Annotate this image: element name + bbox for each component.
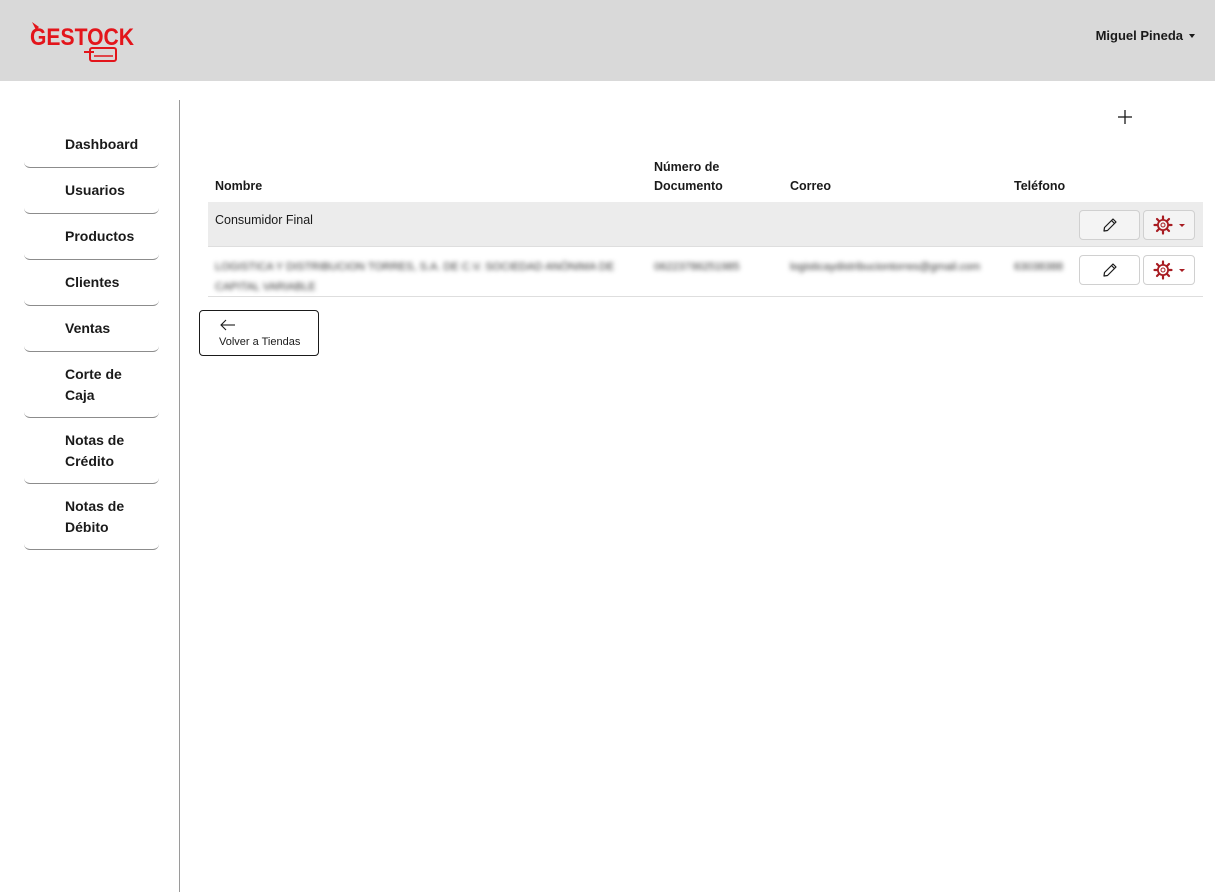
table-header: Nombre Número de Documento Correo Teléfo… <box>208 157 1203 202</box>
sidebar-item-usuarios[interactable]: Usuarios <box>24 168 159 214</box>
sidebar: Dashboard Usuarios Productos Clientes Ve… <box>0 100 180 892</box>
chevron-down-icon <box>1189 33 1195 38</box>
plus-icon <box>1118 110 1132 124</box>
clients-table: Nombre Número de Documento Correo Teléfo… <box>208 157 1203 297</box>
user-name: Miguel Pineda <box>1095 28 1183 43</box>
column-header-nombre: Nombre <box>215 179 263 193</box>
cell-nombre: Consumidor Final <box>215 213 313 227</box>
back-button-label: Volver a Tiendas <box>219 336 301 348</box>
column-header-documento: Número de Documento <box>654 160 723 193</box>
settings-dropdown-button[interactable] <box>1143 210 1195 240</box>
sidebar-item-notas-de-debito[interactable]: Notas de Débito <box>24 484 159 550</box>
pencil-icon <box>1102 218 1117 232</box>
edit-button[interactable] <box>1079 255 1140 285</box>
sidebar-item-corte-de-caja[interactable]: Corte de Caja <box>24 352 159 418</box>
sidebar-item-clientes[interactable]: Clientes <box>24 260 159 306</box>
top-bar: GESTOCK Miguel Pineda <box>0 0 1215 81</box>
cell-telefono: 63038388 <box>1014 261 1063 273</box>
add-client-button[interactable] <box>1112 104 1138 130</box>
back-to-stores-button[interactable]: Volver a Tiendas <box>199 310 319 356</box>
pencil-icon <box>1102 263 1117 277</box>
arrow-left-icon <box>220 319 235 331</box>
column-header-telefono: Teléfono <box>1014 179 1066 193</box>
sidebar-item-productos[interactable]: Productos <box>24 214 159 260</box>
svg-text:GESTOCK: GESTOCK <box>30 24 135 51</box>
gear-icon <box>1153 215 1173 235</box>
sidebar-item-ventas[interactable]: Ventas <box>24 306 159 352</box>
table-row: LOGISTICA Y DISTRIBUCION TORRES, S.A. DE… <box>208 247 1203 297</box>
gear-icon <box>1153 260 1173 280</box>
cell-nombre: LOGISTICA Y DISTRIBUCION TORRES, S.A. DE… <box>215 261 615 293</box>
sidebar-item-notas-de-credito[interactable]: Notas de Crédito <box>24 418 159 484</box>
chevron-down-icon <box>1179 268 1185 272</box>
edit-button[interactable] <box>1079 210 1140 240</box>
settings-dropdown-button[interactable] <box>1143 255 1195 285</box>
user-menu-toggle[interactable]: Miguel Pineda <box>1096 28 1195 43</box>
cell-documento: 06223786251985 <box>654 261 740 273</box>
sidebar-nav: Dashboard Usuarios Productos Clientes Ve… <box>24 122 159 550</box>
table-row: Consumidor Final <box>208 202 1203 247</box>
cell-correo: logisticaydistribuciontorres@gmail.com <box>790 261 981 273</box>
gestock-logo[interactable]: GESTOCK <box>28 18 136 64</box>
chevron-down-icon <box>1179 223 1185 227</box>
sidebar-item-dashboard[interactable]: Dashboard <box>24 122 159 168</box>
column-header-correo: Correo <box>790 179 831 193</box>
